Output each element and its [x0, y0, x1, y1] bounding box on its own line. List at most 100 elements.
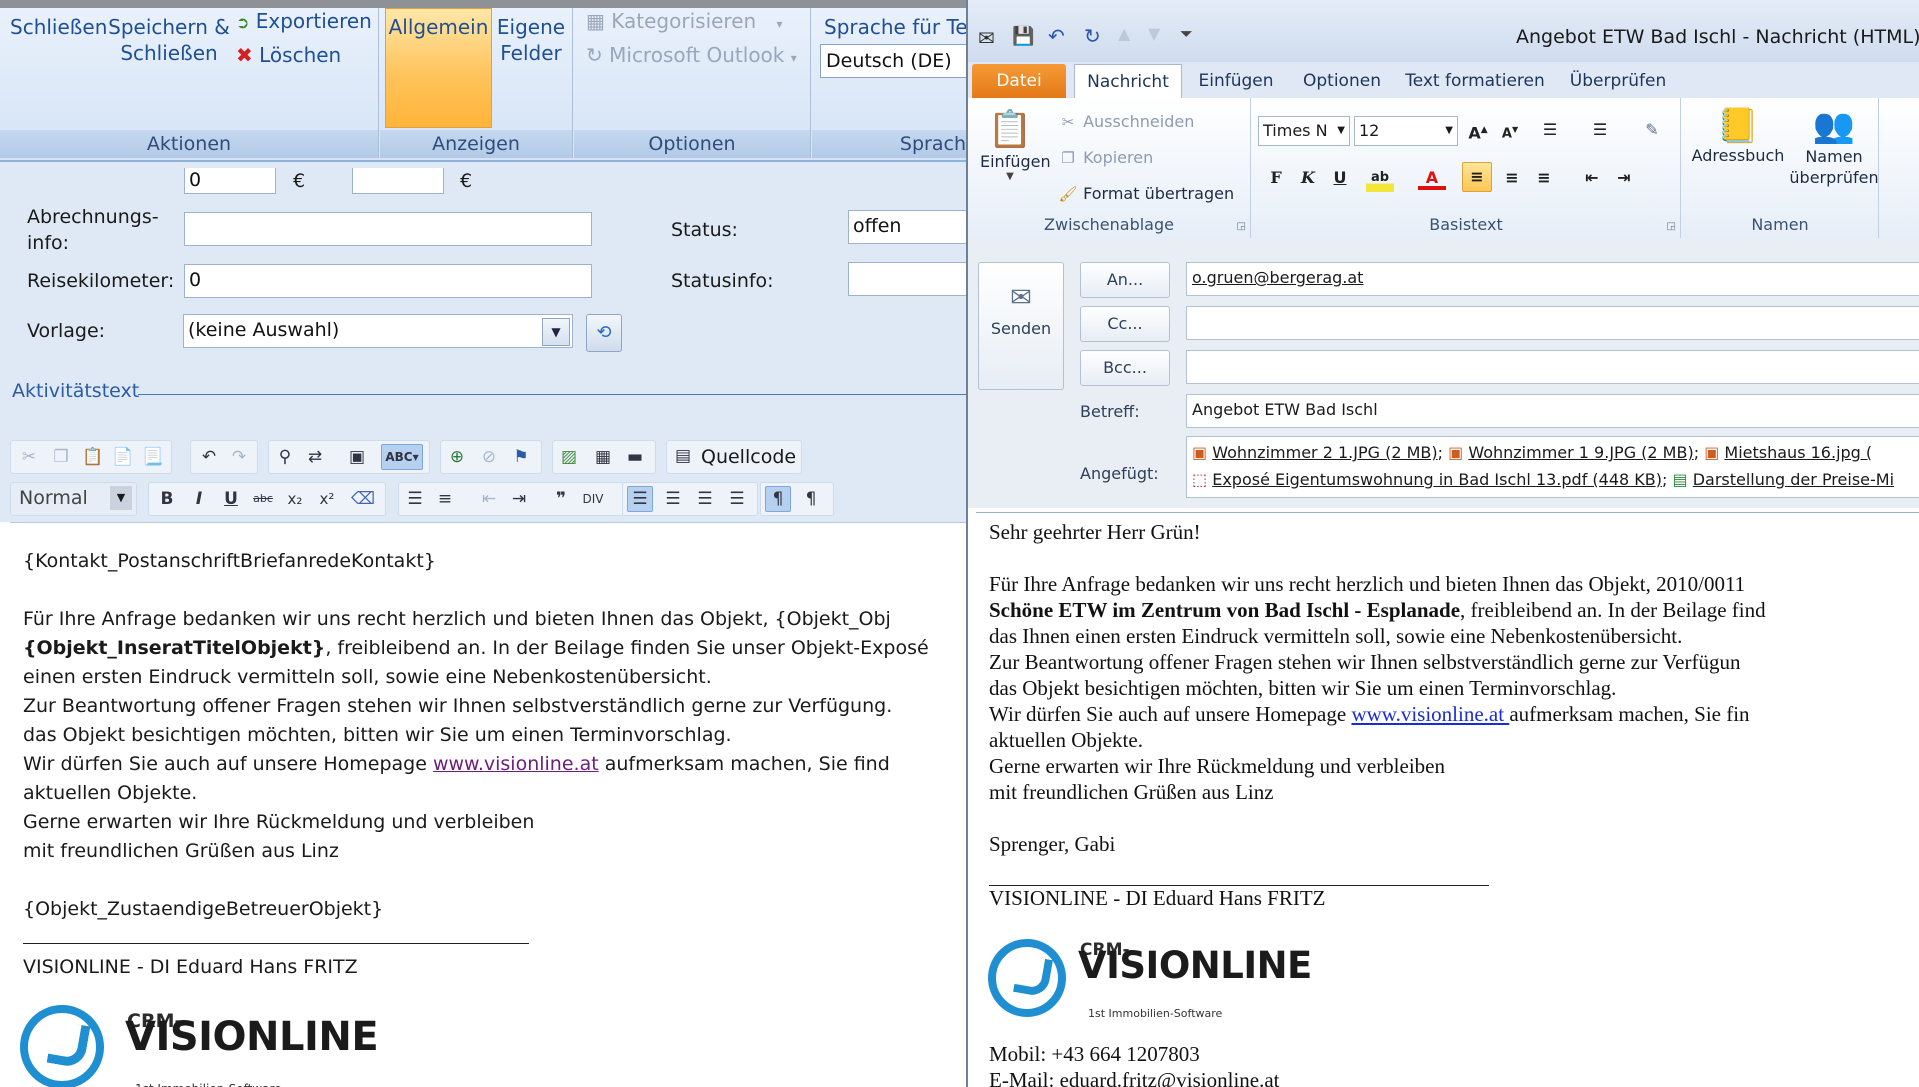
spellcheck-icon[interactable]: ABC▾ [381, 444, 423, 470]
bold-icon[interactable]: B [155, 487, 179, 511]
amount-field-2[interactable] [352, 168, 444, 194]
italic-icon[interactable]: K [1294, 164, 1322, 192]
font-size-select[interactable]: 12 ▼ [1354, 116, 1458, 146]
strikethrough-icon[interactable]: abc [251, 487, 275, 511]
find-icon[interactable]: ⚲ [273, 445, 297, 469]
paste-word-icon[interactable]: 📃 [141, 445, 165, 469]
message-body[interactable]: Sehr geehrter Herr Grün! Für Ihre Anfrag… [976, 512, 1919, 1087]
km-field[interactable]: 0 [184, 264, 592, 298]
link-icon[interactable]: ⊕ [445, 445, 469, 469]
custom-fields-button[interactable]: Eigene Felder [492, 14, 570, 66]
homepage-link[interactable]: www.visionline.at [433, 753, 599, 775]
paste-button[interactable]: 📋 Einfügen ▼ [980, 108, 1051, 182]
highlight-icon[interactable]: ab [1366, 164, 1394, 192]
ltr-icon[interactable]: ¶ [765, 486, 791, 512]
language-select[interactable]: Deutsch (DE) [820, 44, 966, 78]
attachment-item[interactable]: Mietshaus 16.jpg ( [1724, 443, 1872, 462]
undo-icon[interactable]: ↶ [197, 445, 221, 469]
indent-icon[interactable]: ⇥ [507, 487, 531, 511]
billing-info-field[interactable] [184, 212, 592, 246]
close-button[interactable]: Schließen [10, 14, 107, 40]
outlook-button[interactable]: ↻ Microsoft Outlook ▾ [586, 42, 806, 71]
numbered-list-icon[interactable]: ☰ [403, 487, 427, 511]
export-button[interactable]: ➲ Exportieren [236, 8, 376, 36]
align-right-icon[interactable]: ☰ [693, 487, 717, 511]
source-button[interactable]: ▤ Quellcode [666, 440, 802, 474]
select-all-icon[interactable]: ▣ [345, 445, 369, 469]
general-button[interactable]: Allgemein [385, 8, 492, 128]
decrease-indent-icon[interactable]: ⇤ [1578, 164, 1606, 192]
attachment-item[interactable]: Wohnzimmer 2 1.JPG (2 MB) [1212, 443, 1437, 462]
numbering-icon[interactable]: ☰ [1586, 116, 1614, 144]
tab-insert[interactable]: Einfügen [1186, 64, 1286, 98]
status-field[interactable]: offen [848, 210, 966, 244]
table-icon[interactable]: ▦ [591, 445, 615, 469]
activity-text-editor[interactable]: {Kontakt_PostanschriftBriefanredeKontakt… [10, 522, 966, 1087]
tab-message[interactable]: Nachricht [1074, 64, 1182, 99]
tab-file[interactable]: Datei [972, 64, 1066, 98]
redo-icon[interactable]: ↷ [227, 445, 251, 469]
shrink-font-icon[interactable]: A▼ [1496, 116, 1524, 144]
cut-button[interactable]: ✂ Ausschneiden [1058, 112, 1195, 131]
bcc-field[interactable] [1186, 350, 1919, 384]
dialog-launcher-icon[interactable]: ◲ [1237, 221, 1246, 232]
anchor-flag-icon[interactable]: ⚑ [509, 445, 533, 469]
tab-format-text[interactable]: Text formatieren [1400, 64, 1550, 98]
categorize-button[interactable]: ▦ Kategorisieren ▾ [586, 8, 806, 37]
outdent-icon[interactable]: ⇤ [477, 487, 501, 511]
to-button[interactable]: An... [1080, 262, 1170, 298]
up-arrow-icon[interactable]: ▲ [1118, 24, 1130, 43]
cc-button[interactable]: Cc... [1080, 306, 1170, 342]
save-icon[interactable]: 💾 [1012, 26, 1034, 47]
tab-review[interactable]: Überprüfen [1556, 64, 1680, 98]
tab-options[interactable]: Optionen [1292, 64, 1392, 98]
align-right-icon[interactable]: ≡ [1530, 164, 1558, 192]
to-recipient[interactable]: o.gruen@bergerag.at [1192, 268, 1363, 287]
bcc-button[interactable]: Bcc... [1080, 350, 1170, 386]
template-select[interactable]: (keine Auswahl) ▼ [183, 314, 573, 348]
superscript-icon[interactable]: x² [315, 487, 339, 511]
replace-icon[interactable]: ⇄ [303, 445, 327, 469]
paste-text-icon[interactable]: 📄 [111, 445, 135, 469]
address-book-button[interactable]: 📒 Adressbuch [1688, 106, 1788, 165]
align-center-icon[interactable]: ≡ [1498, 164, 1526, 192]
save-close-button[interactable]: Speichern & Schließen [108, 14, 230, 66]
bullet-list-icon[interactable]: ≡ [433, 487, 457, 511]
align-left-icon[interactable]: ≡ [1462, 162, 1492, 192]
align-left-icon[interactable]: ☰ [627, 486, 653, 512]
div-container-icon[interactable]: DIV [581, 487, 605, 511]
cut-icon[interactable]: ✂ [17, 445, 41, 469]
chevron-down-icon[interactable]: ▼ [542, 318, 570, 346]
dialog-launcher-icon[interactable]: ◲ [1667, 221, 1676, 232]
underline-icon[interactable]: U [219, 487, 243, 511]
paste-icon[interactable]: 📋 [81, 445, 105, 469]
bullets-icon[interactable]: ☰ [1536, 116, 1564, 144]
align-center-icon[interactable]: ☰ [661, 487, 685, 511]
delete-button[interactable]: ✖ Löschen [236, 42, 356, 68]
style-select[interactable]: Normal ▼ [10, 482, 137, 516]
apply-template-icon[interactable]: ⟲ [586, 314, 622, 352]
format-painter-button[interactable]: 🖌 Format übertragen [1058, 184, 1234, 203]
underline-icon[interactable]: U [1326, 164, 1354, 192]
undo-icon[interactable]: ↶ [1048, 24, 1065, 48]
image-icon[interactable]: ▨ [557, 445, 581, 469]
attachment-item[interactable]: Exposé Eigentumswohnung in Bad Ischl 13.… [1212, 470, 1662, 489]
redo-icon[interactable]: ↻ [1084, 24, 1101, 48]
send-button[interactable]: ✉ Senden [978, 262, 1064, 390]
grow-font-icon[interactable]: A▲ [1464, 116, 1492, 144]
increase-indent-icon[interactable]: ⇥ [1610, 164, 1638, 192]
down-arrow-icon[interactable]: ▼ [1148, 24, 1160, 43]
blockquote-icon[interactable]: ❞ [549, 487, 573, 511]
unlink-icon[interactable]: ⊘ [477, 445, 501, 469]
copy-button[interactable]: ❐ Kopieren [1058, 148, 1153, 167]
remove-format-icon[interactable]: ⌫ [351, 487, 375, 511]
outlook-app-icon[interactable]: ✉ [978, 26, 995, 50]
check-names-button[interactable]: 👥 Namen überprüfen [1788, 106, 1880, 188]
copy-icon[interactable]: ❐ [49, 445, 73, 469]
italic-icon[interactable]: I [187, 487, 211, 511]
attachment-item[interactable]: Darstellung der Preise-Mi [1693, 470, 1894, 489]
justify-icon[interactable]: ☰ [725, 487, 749, 511]
homepage-link[interactable]: www.visionline.at [1351, 702, 1509, 726]
subscript-icon[interactable]: x₂ [283, 487, 307, 511]
clear-formatting-icon[interactable]: ✎ [1638, 116, 1666, 144]
